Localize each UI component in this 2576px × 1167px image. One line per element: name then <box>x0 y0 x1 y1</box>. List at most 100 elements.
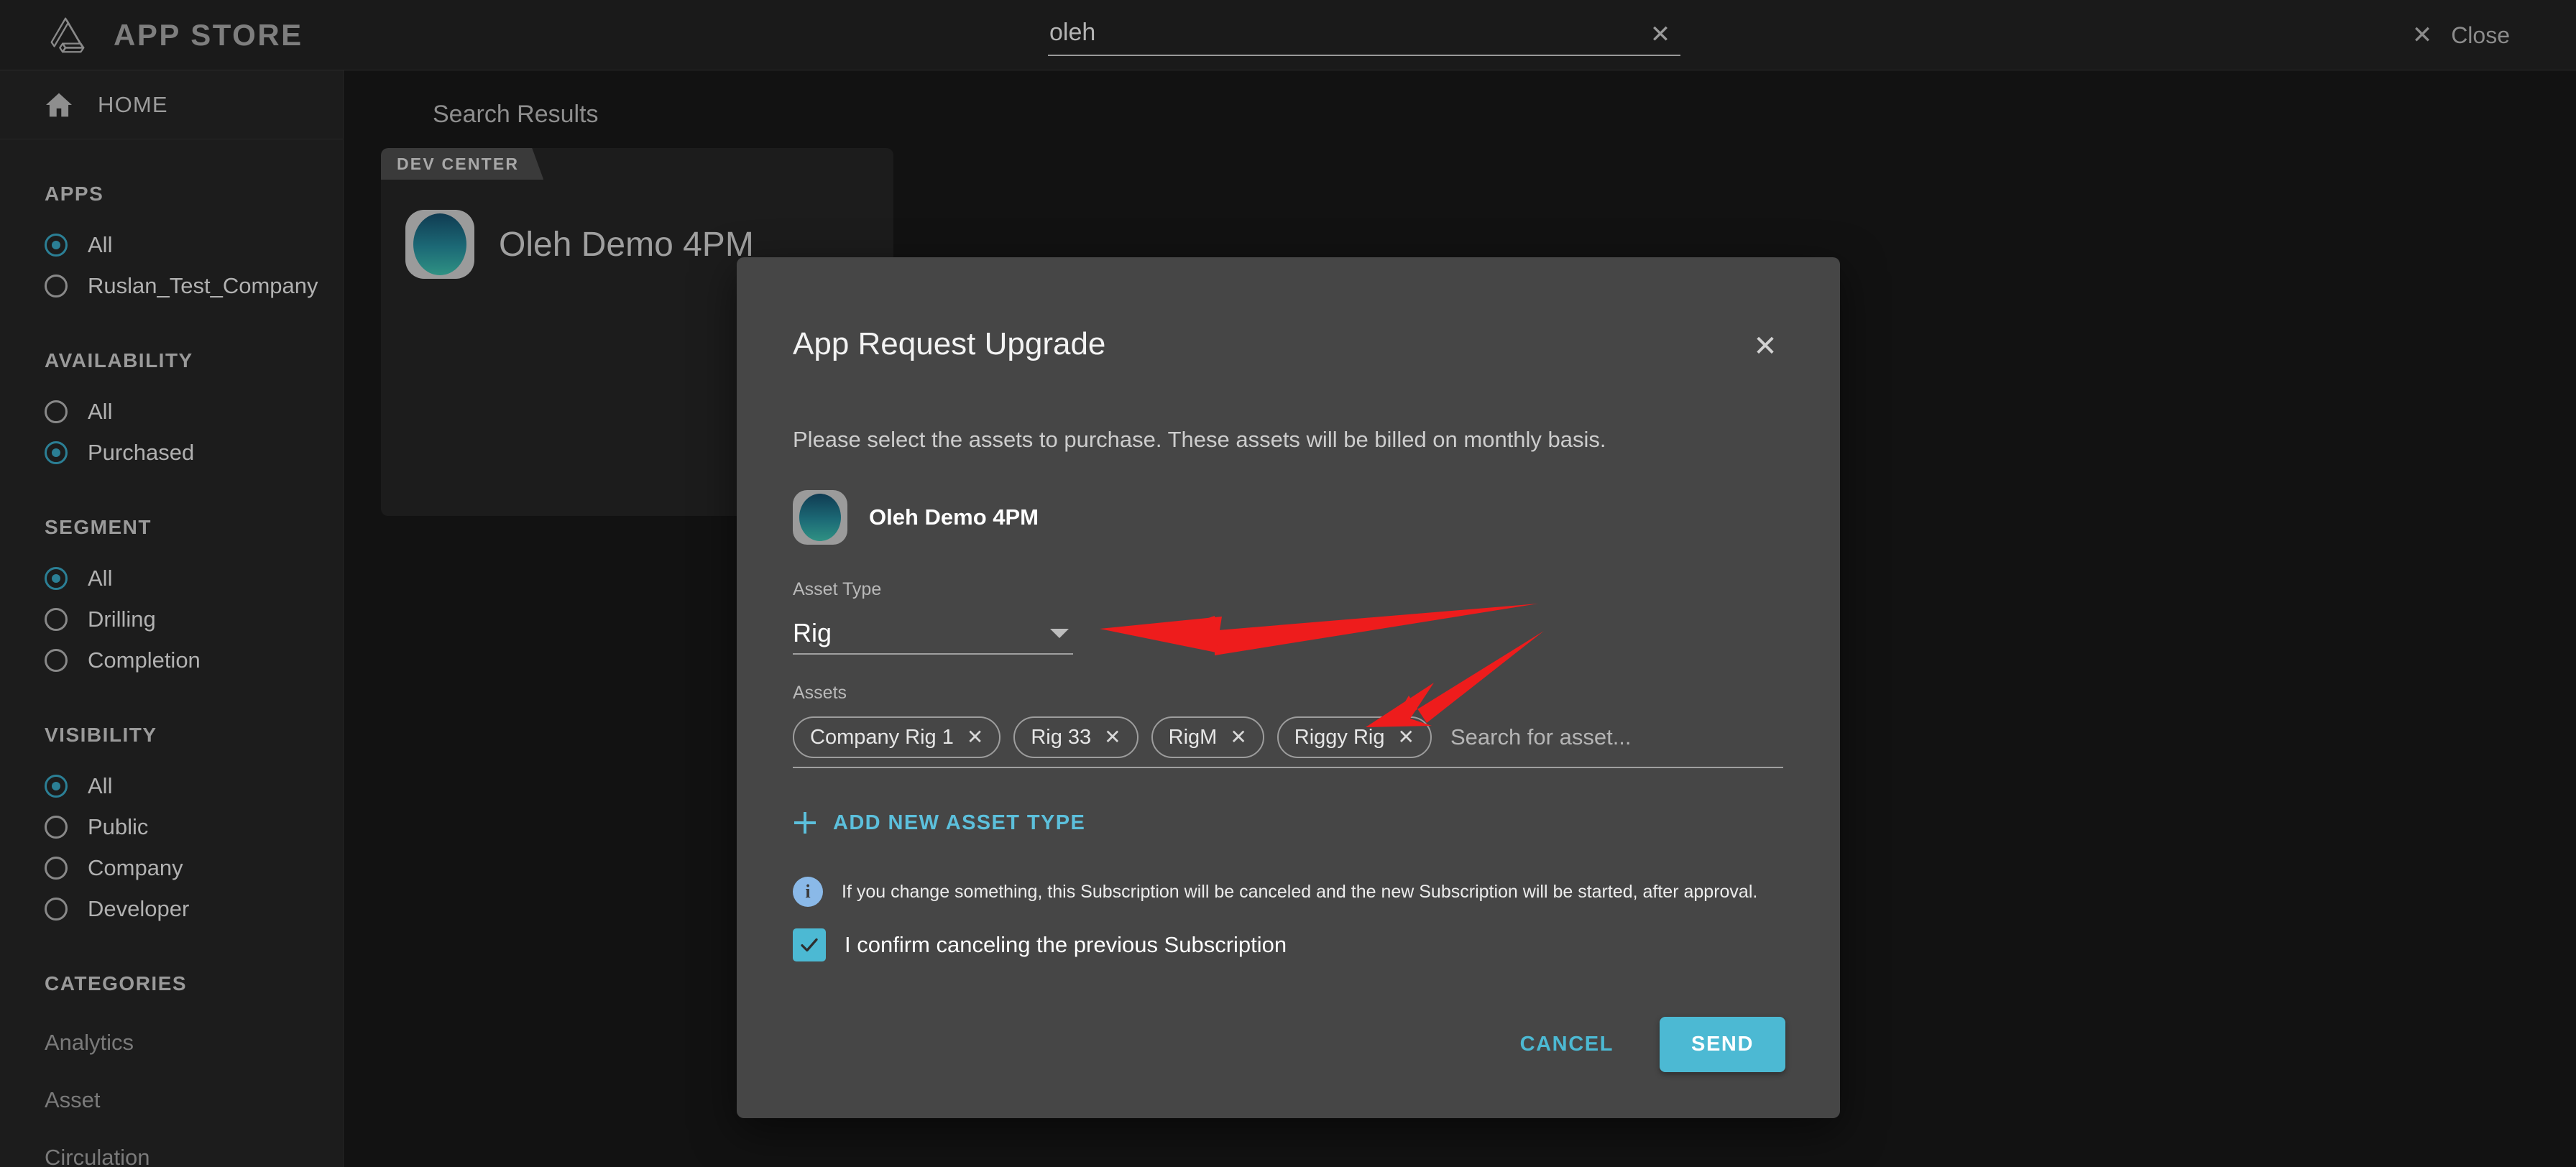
sidebar-option-visibility-public[interactable]: Public <box>45 806 343 847</box>
search-clear-icon[interactable]: ✕ <box>1644 19 1676 50</box>
radio-icon <box>45 815 68 839</box>
app-avatar-icon <box>405 210 474 279</box>
option-label: Purchased <box>88 439 195 465</box>
group-title-visibility: VISIBILITY <box>45 724 157 746</box>
asset-type-label: Asset Type <box>793 579 882 599</box>
brand-title: APP STORE <box>114 18 303 52</box>
asset-chip[interactable]: Company Rig 1 ✕ <box>793 716 1001 758</box>
add-new-asset-type-label: ADD NEW ASSET TYPE <box>833 811 1086 834</box>
check-icon <box>801 938 818 952</box>
sidebar-option-segment-completion[interactable]: Completion <box>45 640 343 681</box>
confirm-cancel-subscription-checkbox[interactable]: I confirm canceling the previous Subscri… <box>793 928 1287 961</box>
home-icon <box>46 93 72 116</box>
radio-icon <box>45 774 68 798</box>
radio-icon <box>45 897 68 921</box>
asset-search-input[interactable] <box>1444 724 1783 750</box>
option-label: Completion <box>88 647 201 673</box>
asset-type-field: Asset Type Rig <box>793 579 1073 655</box>
group-title-categories: CATEGORIES <box>45 972 188 995</box>
sidebar-option-apps-all[interactable]: All <box>45 224 343 265</box>
option-label: All <box>88 231 113 257</box>
search-input[interactable] <box>1048 10 1680 55</box>
app-root: APP STORE ✕ ✕ Close HOME APPS All <box>0 0 2576 1167</box>
subscription-info-text: If you change something, this Subscripti… <box>842 881 1758 902</box>
app-card-name: Oleh Demo 4PM <box>499 225 754 264</box>
dialog-close-icon[interactable]: ✕ <box>1745 326 1785 366</box>
asset-chip[interactable]: RigM ✕ <box>1151 716 1264 758</box>
asset-chip[interactable]: Riggy Rig ✕ <box>1276 716 1432 758</box>
close-icon[interactable]: ✕ <box>967 727 983 747</box>
asset-type-dropdown[interactable]: Rig <box>793 613 1073 655</box>
checkbox-checked[interactable] <box>793 928 826 961</box>
dev-center-badge: DEV CENTER <box>381 148 543 180</box>
sidebar-option-segment-drilling[interactable]: Drilling <box>45 599 343 640</box>
sidebar-category-circulation[interactable]: Circulation <box>45 1129 343 1167</box>
radio-icon <box>45 856 68 880</box>
asset-chip-label: Rig 33 <box>1031 725 1092 749</box>
sidebar-group-visibility: VISIBILITY All Public Company Developer <box>0 724 343 929</box>
app-store-triangle-logo-icon <box>50 17 85 53</box>
dialog-description: Please select the assets to purchase. Th… <box>793 427 1606 452</box>
sidebar-group-segment: SEGMENT All Drilling Completion <box>0 516 343 681</box>
cancel-button[interactable]: CANCEL <box>1496 1017 1638 1072</box>
search-results-title: Search Results <box>433 101 599 128</box>
assets-chips-row: Company Rig 1 ✕ Rig 33 ✕ RigM ✕ Riggy Ri… <box>793 716 1783 768</box>
close-button[interactable]: ✕ Close <box>2412 0 2510 70</box>
sidebar-option-segment-all[interactable]: All <box>45 558 343 599</box>
radio-icon <box>45 440 68 464</box>
brand[interactable]: APP STORE <box>45 0 303 70</box>
assets-field: Assets Company Rig 1 ✕ Rig 33 ✕ RigM ✕ R… <box>793 683 1783 768</box>
radio-icon <box>45 607 68 631</box>
sidebar-option-availability-all[interactable]: All <box>45 391 343 432</box>
sidebar-group-apps: APPS All Ruslan_Test_Company <box>0 183 343 306</box>
asset-chip-label: Riggy Rig <box>1294 725 1385 749</box>
option-label: All <box>88 772 113 798</box>
close-label: Close <box>2451 22 2510 48</box>
subscription-info-row: i If you change something, this Subscrip… <box>793 877 1757 907</box>
close-icon[interactable]: ✕ <box>1230 727 1246 747</box>
close-icon[interactable]: ✕ <box>1398 727 1414 747</box>
sidebar-group-availability: AVAILABILITY All Purchased <box>0 349 343 473</box>
radio-icon <box>45 648 68 672</box>
dialog-title: App Request Upgrade <box>793 326 1106 361</box>
search-underline <box>1048 55 1680 56</box>
radio-icon <box>45 274 68 297</box>
chevron-down-icon <box>1050 628 1069 638</box>
app-avatar-gradient <box>413 213 466 275</box>
assets-label: Assets <box>793 683 847 703</box>
option-label: Ruslan_Test_Company <box>88 272 318 298</box>
app-request-upgrade-dialog: App Request Upgrade ✕ Please select the … <box>737 257 1840 1118</box>
option-label: Developer <box>88 895 190 921</box>
app-card-body: Oleh Demo 4PM <box>405 210 754 279</box>
option-label: Drilling <box>88 606 156 632</box>
close-icon[interactable]: ✕ <box>1104 727 1121 747</box>
dialog-app-name: Oleh Demo 4PM <box>869 504 1039 530</box>
close-icon: ✕ <box>2411 22 2433 49</box>
asset-type-value: Rig <box>793 618 832 647</box>
dialog-app-row: Oleh Demo 4PM <box>793 490 1039 545</box>
send-button[interactable]: SEND <box>1660 1017 1785 1072</box>
radio-icon <box>45 400 68 423</box>
add-new-asset-type-button[interactable]: ADD NEW ASSET TYPE <box>793 811 1085 835</box>
sidebar-group-categories: CATEGORIES Analytics Asset Circulation <box>0 972 343 1167</box>
dialog-footer: CANCEL SEND <box>1496 1017 1785 1072</box>
app-avatar-gradient <box>799 494 841 541</box>
sidebar-option-availability-purchased[interactable]: Purchased <box>45 432 343 473</box>
sidebar-option-visibility-company[interactable]: Company <box>45 847 343 888</box>
asset-chip-label: Company Rig 1 <box>810 725 954 749</box>
sidebar: HOME APPS All Ruslan_Test_Company AVAILA… <box>0 70 344 1167</box>
search-bar: ✕ <box>1048 10 1680 65</box>
sidebar-option-apps-ruslan-test-company[interactable]: Ruslan_Test_Company <box>45 265 343 306</box>
sidebar-item-home[interactable]: HOME <box>0 70 343 139</box>
sidebar-option-visibility-developer[interactable]: Developer <box>45 888 343 929</box>
top-bar: APP STORE ✕ ✕ Close <box>0 0 2576 70</box>
group-title-availability: AVAILABILITY <box>45 349 193 372</box>
sidebar-option-visibility-all[interactable]: All <box>45 765 343 806</box>
radio-icon <box>45 233 68 257</box>
option-label: Public <box>88 813 149 839</box>
asset-chip[interactable]: Rig 33 ✕ <box>1013 716 1138 758</box>
sidebar-home-label: HOME <box>98 91 168 117</box>
sidebar-category-analytics[interactable]: Analytics <box>45 1014 343 1071</box>
group-title-segment: SEGMENT <box>45 516 152 538</box>
sidebar-category-asset[interactable]: Asset <box>45 1071 343 1129</box>
